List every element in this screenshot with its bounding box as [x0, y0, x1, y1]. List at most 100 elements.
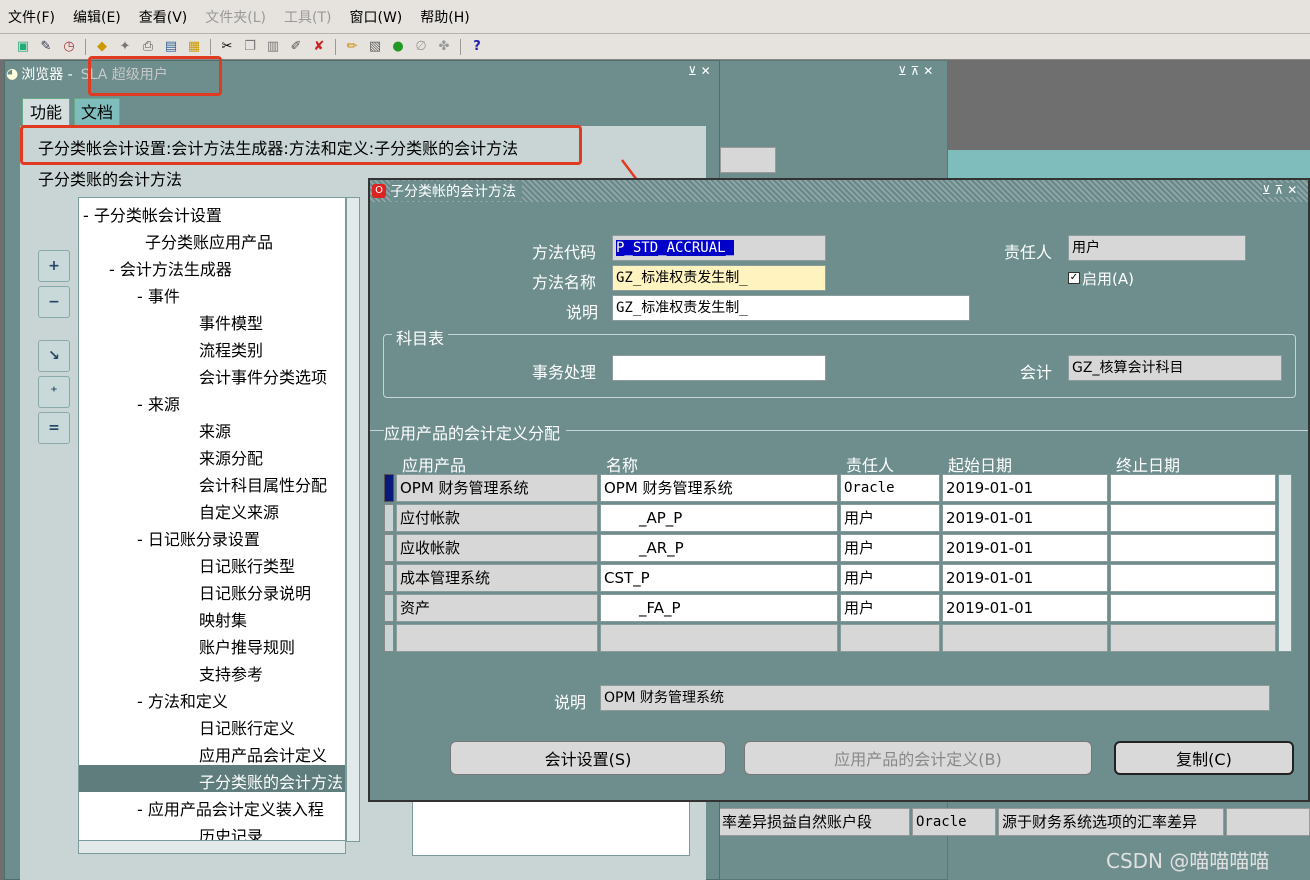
collapse-button[interactable]: − [38, 286, 70, 318]
tab-function[interactable]: 功能 [22, 98, 70, 126]
print-icon[interactable]: ⎙ [139, 38, 157, 56]
table-cell-owner[interactable]: 用户 [840, 504, 940, 532]
table-cell-end-date[interactable] [1110, 504, 1276, 532]
new-icon[interactable]: ▣ [14, 38, 32, 56]
print-setup-icon[interactable]: ▤ [162, 38, 180, 56]
table-cell-name[interactable]: CST_P [600, 564, 838, 592]
method-code-field[interactable]: P_STD_ACCRUAL_ [612, 235, 826, 261]
collapse-all-button[interactable]: = [38, 412, 70, 444]
table-cell-name[interactable]: _AP_P [600, 504, 838, 532]
clock-icon[interactable]: ◷ [60, 38, 78, 56]
tree-item[interactable]: 会计科目属性分配 [199, 472, 327, 496]
save-icon[interactable]: ◆ [93, 38, 111, 56]
tree-item[interactable]: 应用产品会计定义 [199, 742, 327, 766]
tree-item[interactable]: 自定义来源 [199, 499, 279, 523]
table-cell-empty[interactable] [600, 624, 838, 652]
tab-document[interactable]: 文档 [74, 98, 120, 126]
method-name-field[interactable]: GZ_标准权责发生制_ [612, 265, 826, 291]
globe-icon[interactable]: ● [389, 38, 407, 56]
table-cell-start-date[interactable]: 2019-01-01 [942, 504, 1108, 532]
table-cell-start-date[interactable]: 2019-01-01 [942, 594, 1108, 622]
zoom-icon[interactable]: ▧ [366, 38, 384, 56]
table-cell-empty[interactable] [942, 624, 1108, 652]
row-indicator[interactable] [384, 534, 394, 562]
accounting-field[interactable]: GZ_核算会计科目 [1068, 355, 1282, 381]
table-cell-end-date[interactable] [1110, 564, 1276, 592]
tree-item[interactable]: 事件模型 [199, 310, 263, 334]
table-cell-owner[interactable]: Oracle [840, 474, 940, 502]
menu-edit[interactable]: 编辑(E) [73, 7, 121, 27]
tree-item[interactable]: 流程类别 [199, 337, 263, 361]
row-indicator[interactable] [384, 624, 394, 652]
accounting-setup-button[interactable]: 会计设置(S) [450, 741, 726, 775]
menu-help[interactable]: 帮助(H) [420, 7, 469, 27]
attach-icon[interactable]: ✦ [116, 38, 134, 56]
table-cell-start-date[interactable]: 2019-01-01 [942, 474, 1108, 502]
menu-file[interactable]: 文件(F) [8, 7, 55, 27]
tree-item[interactable]: 映射集 [199, 607, 247, 631]
table-cell-owner[interactable]: 用户 [840, 534, 940, 562]
search-icon[interactable]: ✎ [37, 38, 55, 56]
tree-item[interactable]: 日记账分录说明 [199, 580, 311, 604]
expand-branch-button[interactable]: ↘ [38, 340, 70, 372]
copy-icon[interactable]: ❐ [241, 38, 259, 56]
tree-item[interactable]: 日记账行类型 [199, 553, 295, 577]
description-field[interactable]: GZ_标准权责发生制_ [612, 295, 970, 321]
tree-item[interactable]: - 来源 [137, 391, 180, 415]
table-cell-name[interactable]: _FA_P [600, 594, 838, 622]
tree-item[interactable]: 来源分配 [199, 445, 263, 469]
row-indicator[interactable] [384, 594, 394, 622]
row-indicator[interactable] [384, 564, 394, 592]
table-cell-owner[interactable]: 用户 [840, 594, 940, 622]
table-cell-end-date[interactable] [1110, 534, 1276, 562]
tree-item[interactable]: - 方法和定义 [137, 688, 228, 712]
delete-icon[interactable]: ✘ [310, 38, 328, 56]
table-cell-name[interactable]: OPM 财务管理系统 [600, 474, 838, 502]
tree-item[interactable]: - 事件 [137, 283, 180, 307]
tools-icon[interactable]: ✤ [435, 38, 453, 56]
enabled-checkbox[interactable]: ✓ [1068, 272, 1080, 284]
edit-icon[interactable]: ✏ [343, 38, 361, 56]
table-cell-product[interactable]: 成本管理系统 [396, 564, 598, 592]
tree-vertical-scrollbar[interactable] [346, 197, 360, 842]
dialog-window-controls[interactable]: ⊻ ⊼ ✕ [1262, 183, 1298, 197]
table-cell-start-date[interactable]: 2019-01-01 [942, 564, 1108, 592]
menu-tools[interactable]: 工具(T) [284, 7, 331, 27]
menu-view[interactable]: 查看(V) [139, 7, 188, 27]
tree-item[interactable]: 账户推导规则 [199, 634, 295, 658]
browser-window-controls[interactable]: ⊻ ✕ [688, 64, 711, 78]
table-cell-name[interactable]: _AR_P [600, 534, 838, 562]
background-window-controls[interactable]: ⊻ ⊼ ✕ [898, 64, 933, 78]
tree-item[interactable]: 会计事件分类选项 [199, 364, 327, 388]
table-cell-owner[interactable]: 用户 [840, 564, 940, 592]
tree-item[interactable]: 来源 [199, 418, 231, 442]
tree-horizontal-scrollbar[interactable] [78, 840, 346, 854]
tree-item[interactable]: - 子分类帐会计设置 [83, 202, 222, 226]
tree-item[interactable]: - 日记账分录设置 [137, 526, 260, 550]
table-cell-product[interactable]: OPM 财务管理系统 [396, 474, 598, 502]
folder-icon[interactable]: ▦ [185, 38, 203, 56]
help-icon[interactable]: ? [468, 38, 486, 56]
tree-item[interactable]: 日记账行定义 [199, 715, 295, 739]
cut-icon[interactable]: ✂ [218, 38, 236, 56]
transaction-field[interactable] [612, 355, 826, 381]
menu-folder[interactable]: 文件夹(L) [205, 7, 266, 27]
table-cell-product[interactable]: 资产 [396, 594, 598, 622]
bottom-description-field[interactable]: OPM 财务管理系统 [600, 685, 1270, 711]
menu-window[interactable]: 窗口(W) [350, 7, 403, 27]
row-indicator[interactable] [384, 504, 394, 532]
table-cell-empty[interactable] [1110, 624, 1276, 652]
table-cell-end-date[interactable] [1110, 474, 1276, 502]
table-cell-empty[interactable] [396, 624, 598, 652]
table-cell-empty[interactable] [840, 624, 940, 652]
owner-field[interactable]: 用户 [1068, 235, 1246, 261]
clear-icon[interactable]: ✐ [287, 38, 305, 56]
table-cell-start-date[interactable]: 2019-01-01 [942, 534, 1108, 562]
paperclip-icon[interactable]: ∅ [412, 38, 430, 56]
table-scrollbar[interactable] [1278, 474, 1292, 652]
paste-icon[interactable]: ▥ [264, 38, 282, 56]
row-indicator-current[interactable] [384, 474, 394, 502]
tree-item[interactable]: - 会计方法生成器 [109, 256, 232, 280]
expand-all-button[interactable]: ⁺ [38, 376, 70, 408]
tree-item[interactable]: - 应用产品会计定义装入程 [137, 796, 324, 820]
